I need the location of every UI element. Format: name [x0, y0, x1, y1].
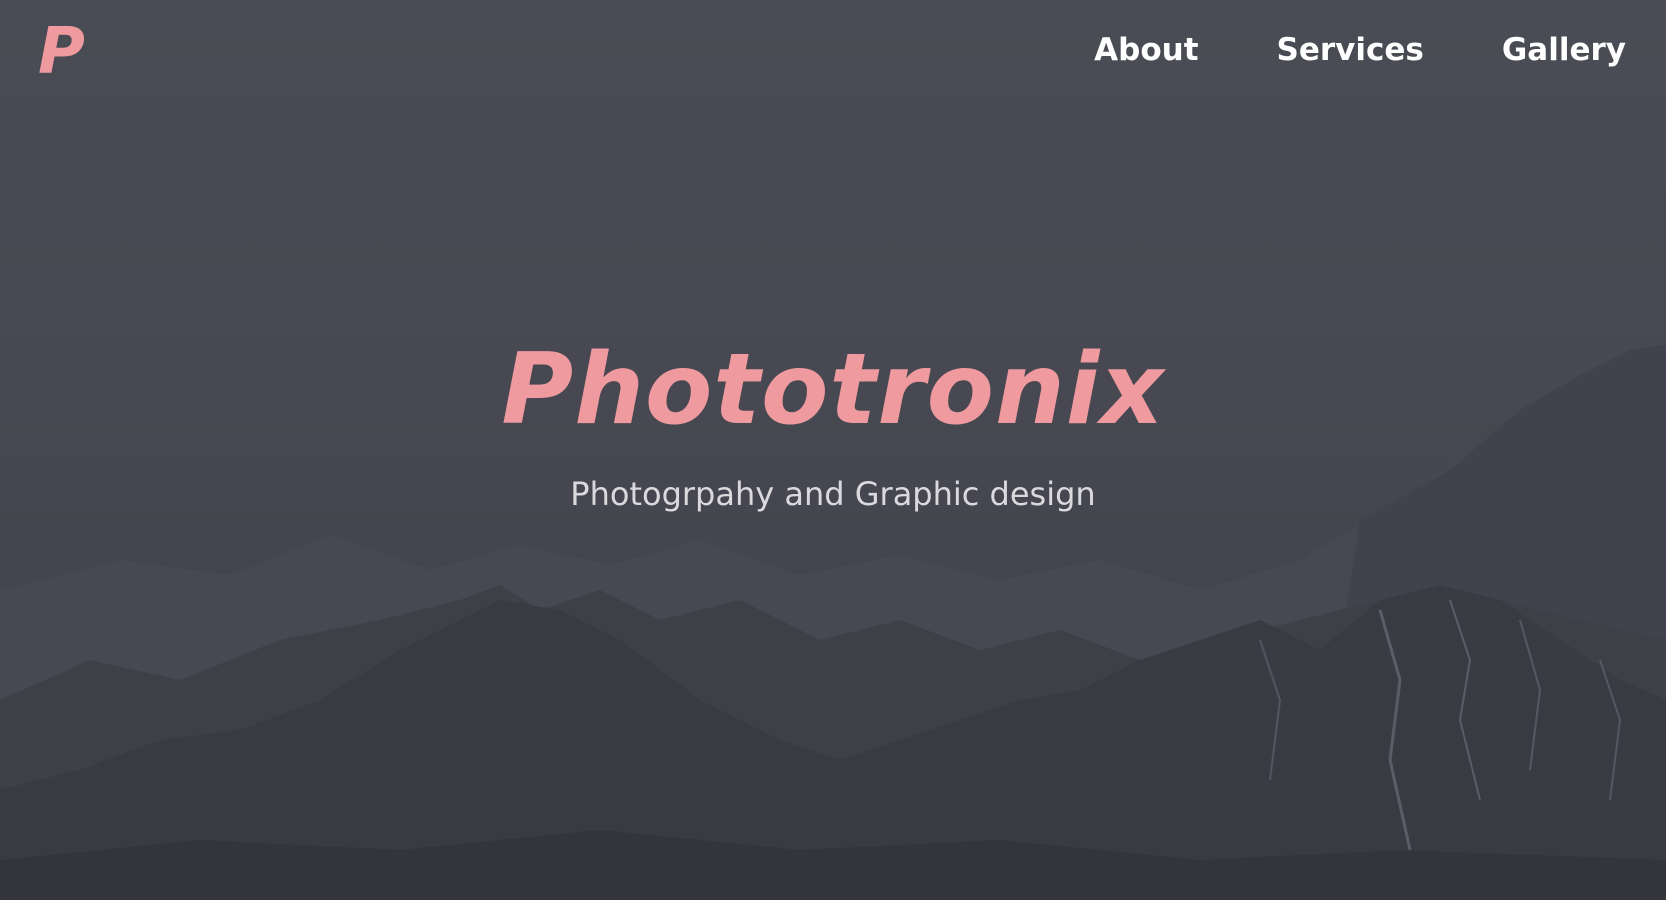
- logo[interactable]: P: [38, 14, 85, 90]
- nav-link-about[interactable]: About: [1094, 26, 1198, 74]
- hero-content: Phototronix Photogrpahy and Graphic desi…: [0, 330, 1666, 546]
- tagline: Photogrpahy and Graphic design: [570, 475, 1096, 513]
- nav-link-services[interactable]: Services: [1277, 26, 1424, 74]
- brand-title: Phototronix: [501, 333, 1165, 447]
- main-nav: About Services Gallery: [1094, 26, 1626, 74]
- hero-section: P About Services Gallery Phototronix Pho…: [0, 0, 1666, 900]
- nav-link-gallery[interactable]: Gallery: [1502, 26, 1626, 74]
